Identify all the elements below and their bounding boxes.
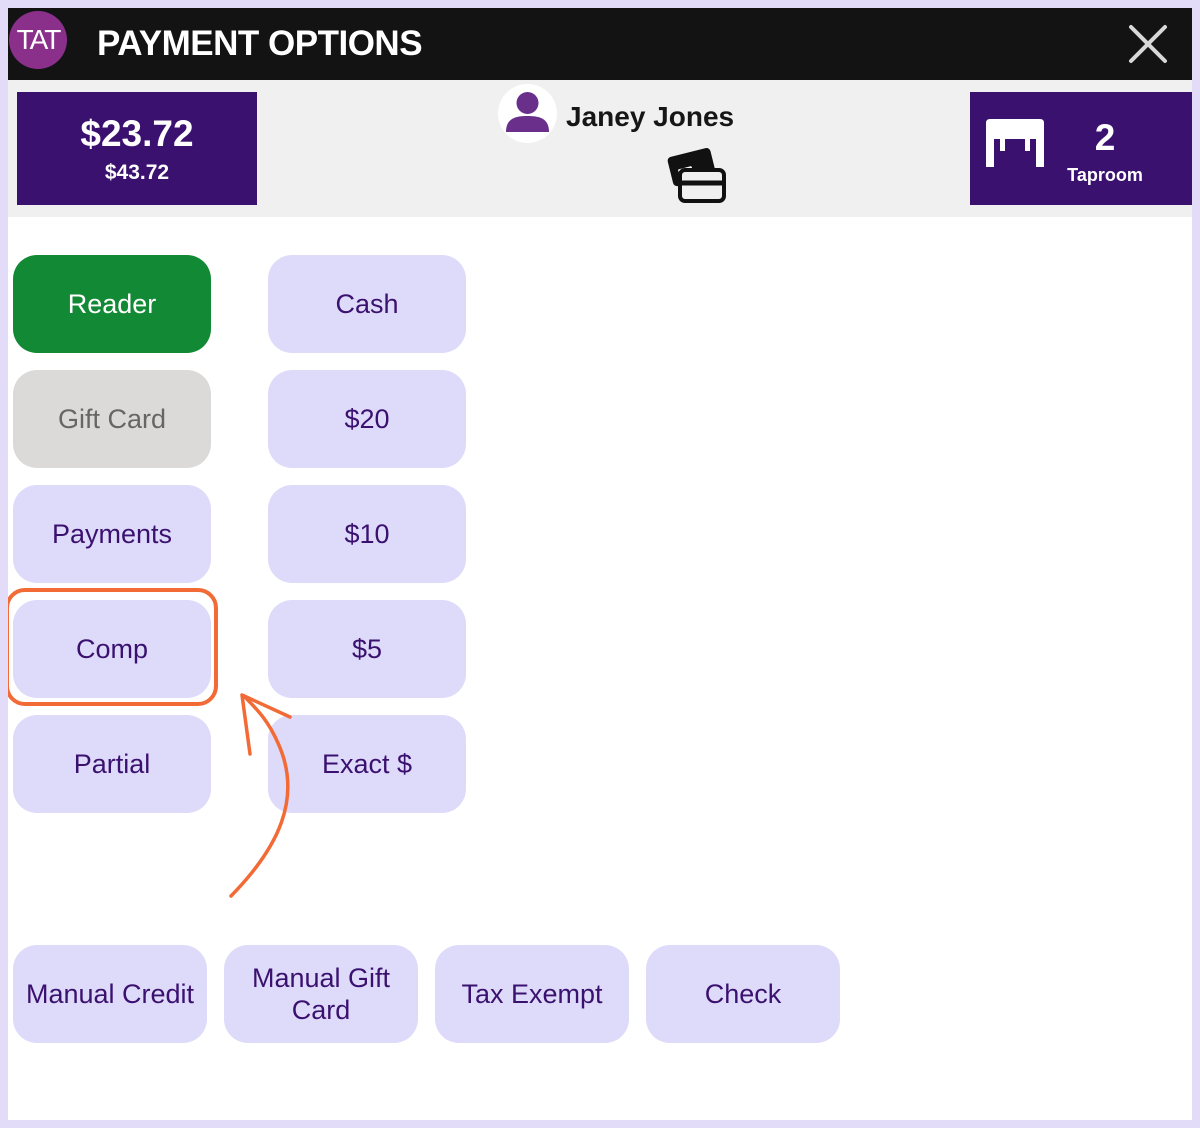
user-avatar-icon xyxy=(498,84,557,143)
table-icon xyxy=(986,119,1044,167)
manual-gift-card-button[interactable]: Manual Gift Card xyxy=(224,945,418,1043)
exact-cash-button[interactable]: Exact $ xyxy=(268,715,466,813)
customer-name: Janey Jones xyxy=(566,101,735,132)
amount-due: $23.72 xyxy=(80,113,194,154)
partial-button[interactable]: Partial xyxy=(13,715,211,813)
cash-10-button[interactable]: $10 xyxy=(268,485,466,583)
table-panel: 2 Taproom xyxy=(970,92,1192,205)
payments-button[interactable]: Payments xyxy=(13,485,211,583)
order-subtotal: $43.72 xyxy=(104,161,170,184)
close-icon[interactable] xyxy=(1126,22,1170,66)
order-info-bar: $23.72 $43.72 Janey Jones 2 Taproom xyxy=(8,80,1192,217)
comp-button[interactable]: Comp xyxy=(13,600,211,698)
payment-options-dialog: TAT PAYMENT OPTIONS $23.72 $43.72 Janey … xyxy=(8,8,1192,1120)
reader-button[interactable]: Reader xyxy=(13,255,211,353)
title-bar: TAT PAYMENT OPTIONS xyxy=(8,8,1192,80)
app-logo: TAT xyxy=(9,11,67,69)
check-button[interactable]: Check xyxy=(646,945,840,1043)
cash-20-button[interactable]: $20 xyxy=(268,370,466,468)
dialog-title: PAYMENT OPTIONS xyxy=(97,24,423,63)
tax-exempt-button[interactable]: Tax Exempt xyxy=(435,945,629,1043)
table-area: Taproom xyxy=(1067,165,1143,185)
manual-credit-button[interactable]: Manual Credit xyxy=(13,945,207,1043)
cash-5-button[interactable]: $5 xyxy=(268,600,466,698)
cash-button[interactable]: Cash xyxy=(268,255,466,353)
gift-card-button[interactable]: Gift Card xyxy=(13,370,211,468)
saved-cards-icon[interactable] xyxy=(666,146,728,206)
amount-due-panel: $23.72 $43.72 xyxy=(17,92,257,205)
table-number: 2 xyxy=(1094,117,1116,158)
